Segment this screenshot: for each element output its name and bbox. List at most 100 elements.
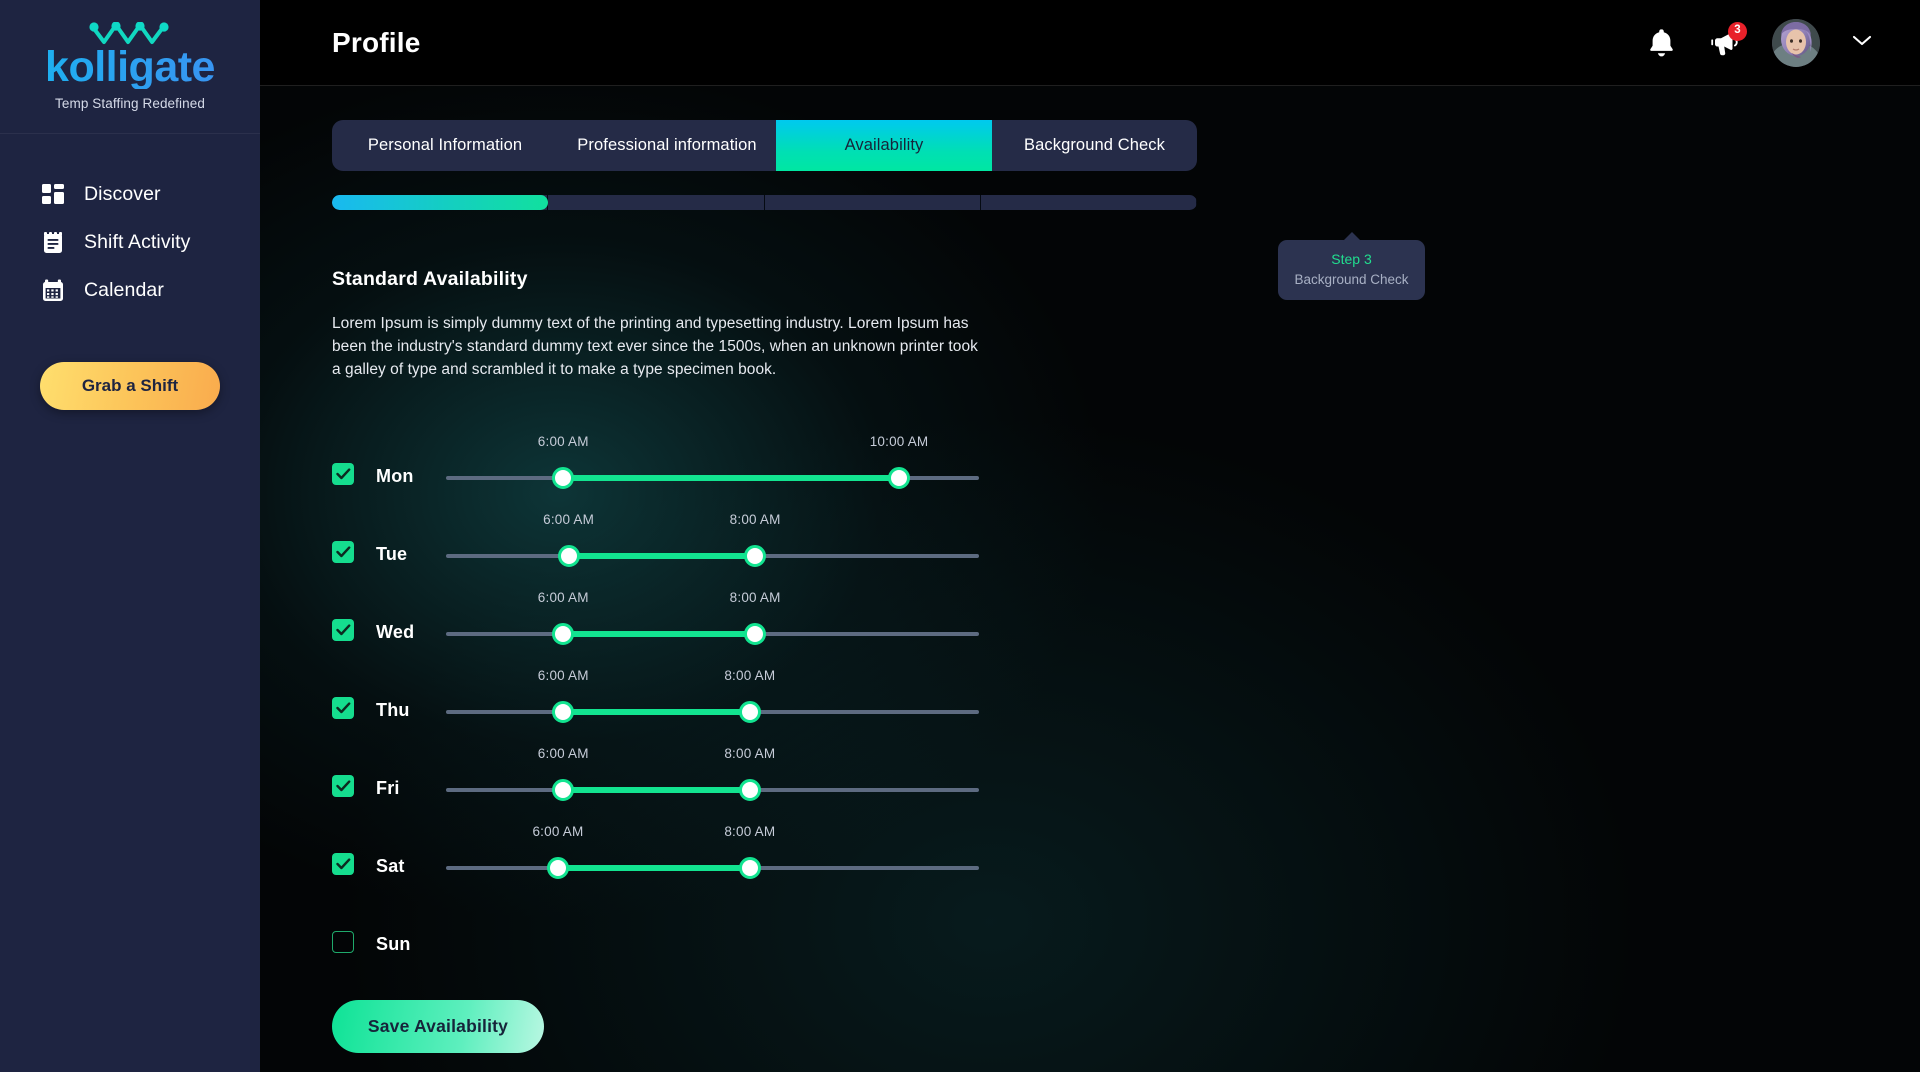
- top-bar: Profile 3: [260, 0, 1920, 86]
- day-checkbox-fri[interactable]: [332, 775, 354, 797]
- slider-handle-start[interactable]: [547, 857, 569, 879]
- availability-day-list: Mon 6:00 AM 10:00 AM Tue 6:00 AM 8:00 AM Wed 6:…: [332, 422, 1920, 968]
- tab-background-check[interactable]: Background Check: [992, 120, 1197, 171]
- slider-start-label: 6:00 AM: [532, 824, 583, 839]
- day-label: Wed: [376, 622, 436, 643]
- save-availability-button[interactable]: Save Availability: [332, 1000, 544, 1053]
- slider-range: [563, 709, 750, 715]
- day-label: Mon: [376, 466, 436, 487]
- slider-handle-end[interactable]: [744, 623, 766, 645]
- availability-day-row: Wed 6:00 AM 8:00 AM: [332, 578, 1920, 656]
- slider-end-label: 8:00 AM: [724, 746, 775, 761]
- sidebar-divider: [0, 133, 260, 134]
- slider-start-label: 6:00 AM: [538, 668, 589, 683]
- day-checkbox-sat[interactable]: [332, 853, 354, 875]
- slider-range: [563, 631, 755, 637]
- slider-range: [563, 475, 899, 481]
- sidebar-item-discover[interactable]: Discover: [0, 170, 260, 218]
- slider-handle-start[interactable]: [552, 779, 574, 801]
- slider-range: [563, 787, 750, 793]
- time-range-slider-fri[interactable]: 6:00 AM 8:00 AM: [446, 746, 979, 808]
- slider-start-label: 6:00 AM: [538, 590, 589, 605]
- megaphone-icon[interactable]: 3: [1708, 26, 1742, 60]
- slider-range: [558, 865, 750, 871]
- sidebar: kolligate Temp Staffing Redefined Discov…: [0, 0, 260, 1072]
- grab-shift-wrap: Grab a Shift: [0, 362, 260, 410]
- brand-name: kolligate: [0, 46, 260, 89]
- slider-handle-end[interactable]: [744, 545, 766, 567]
- progress-bar[interactable]: [332, 195, 1197, 210]
- slider-range: [569, 553, 756, 559]
- availability-day-row: Fri 6:00 AM 8:00 AM: [332, 734, 1920, 812]
- brand-tagline: Temp Staffing Redefined: [0, 96, 260, 111]
- progress-zone: 25%: [332, 195, 1197, 210]
- sidebar-item-label: Calendar: [84, 279, 164, 302]
- main-area: Profile 3: [260, 0, 1920, 1072]
- slider-handle-start[interactable]: [558, 545, 580, 567]
- save-wrap: Save Availability: [332, 1000, 1920, 1053]
- slider-handle-start[interactable]: [552, 701, 574, 723]
- progress-segment: [981, 195, 1197, 210]
- slider-handle-end[interactable]: [739, 701, 761, 723]
- time-range-slider-wed[interactable]: 6:00 AM 8:00 AM: [446, 590, 979, 652]
- day-label: Sun: [376, 934, 436, 955]
- notification-badge: 3: [1728, 22, 1747, 41]
- availability-day-row: Tue 6:00 AM 8:00 AM: [332, 500, 1920, 578]
- slider-end-label: 8:00 AM: [730, 512, 781, 527]
- slider-end-label: 8:00 AM: [724, 668, 775, 683]
- availability-day-row: Sun: [332, 890, 1920, 968]
- progress-segment: [548, 195, 764, 210]
- day-label: Tue: [376, 544, 436, 565]
- sidebar-item-calendar[interactable]: Calendar: [0, 266, 260, 314]
- time-range-slider-mon[interactable]: 6:00 AM 10:00 AM: [446, 434, 979, 496]
- availability-day-row: Sat 6:00 AM 8:00 AM: [332, 812, 1920, 890]
- slider-start-label: 6:00 AM: [538, 434, 589, 449]
- slider-handle-end[interactable]: [739, 857, 761, 879]
- sidebar-item-shift-activity[interactable]: Shift Activity: [0, 218, 260, 266]
- time-range-slider-sat[interactable]: 6:00 AM 8:00 AM: [446, 824, 979, 886]
- day-label: Sat: [376, 856, 436, 877]
- slider-handle-start[interactable]: [552, 623, 574, 645]
- chevron-down-icon[interactable]: [1852, 34, 1872, 52]
- bell-icon[interactable]: [1644, 26, 1678, 60]
- availability-day-row: Thu 6:00 AM 8:00 AM: [332, 656, 1920, 734]
- progress-segment: [765, 195, 981, 210]
- availability-day-row: Mon 6:00 AM 10:00 AM: [332, 422, 1920, 500]
- calendar-icon: [40, 277, 66, 303]
- slider-handle-start[interactable]: [552, 467, 574, 489]
- tab-personal-information[interactable]: Personal Information: [332, 120, 558, 171]
- tab-professional-information[interactable]: Professional information: [558, 120, 776, 171]
- section-description: Lorem Ipsum is simply dummy text of the …: [332, 313, 982, 382]
- slider-start-label: 6:00 AM: [543, 512, 594, 527]
- slider-end-label: 8:00 AM: [730, 590, 781, 605]
- app-root: kolligate Temp Staffing Redefined Discov…: [0, 0, 1920, 1072]
- day-checkbox-wed[interactable]: [332, 619, 354, 641]
- page-title: Profile: [332, 27, 421, 59]
- sidebar-item-label: Shift Activity: [84, 231, 191, 254]
- slider-handle-end[interactable]: [739, 779, 761, 801]
- sidebar-nav: Discover Shift Activity: [0, 170, 260, 314]
- progress-fill: [332, 195, 548, 210]
- top-bar-actions: 3: [1644, 19, 1872, 67]
- avatar[interactable]: [1772, 19, 1820, 67]
- slider-start-label: 6:00 AM: [538, 746, 589, 761]
- time-range-slider-thu[interactable]: 6:00 AM 8:00 AM: [446, 668, 979, 730]
- clipboard-icon: [40, 229, 66, 255]
- slider-end-label: 8:00 AM: [724, 824, 775, 839]
- dashboard-grid-icon: [40, 181, 66, 207]
- day-checkbox-tue[interactable]: [332, 541, 354, 563]
- day-label: Fri: [376, 778, 436, 799]
- day-checkbox-thu[interactable]: [332, 697, 354, 719]
- slider-handle-end[interactable]: [888, 467, 910, 489]
- grab-a-shift-button[interactable]: Grab a Shift: [40, 362, 220, 410]
- tab-availability[interactable]: Availability: [776, 120, 992, 171]
- sidebar-item-label: Discover: [84, 183, 161, 206]
- day-label: Thu: [376, 700, 436, 721]
- profile-tabs: Personal Information Professional inform…: [332, 120, 1197, 171]
- slider-end-label: 10:00 AM: [870, 434, 929, 449]
- content-area: Personal Information Professional inform…: [260, 86, 1920, 1053]
- brand-logo[interactable]: kolligate Temp Staffing Redefined: [0, 0, 260, 111]
- day-checkbox-mon[interactable]: [332, 463, 354, 485]
- day-checkbox-sun[interactable]: [332, 931, 354, 953]
- time-range-slider-tue[interactable]: 6:00 AM 8:00 AM: [446, 512, 979, 574]
